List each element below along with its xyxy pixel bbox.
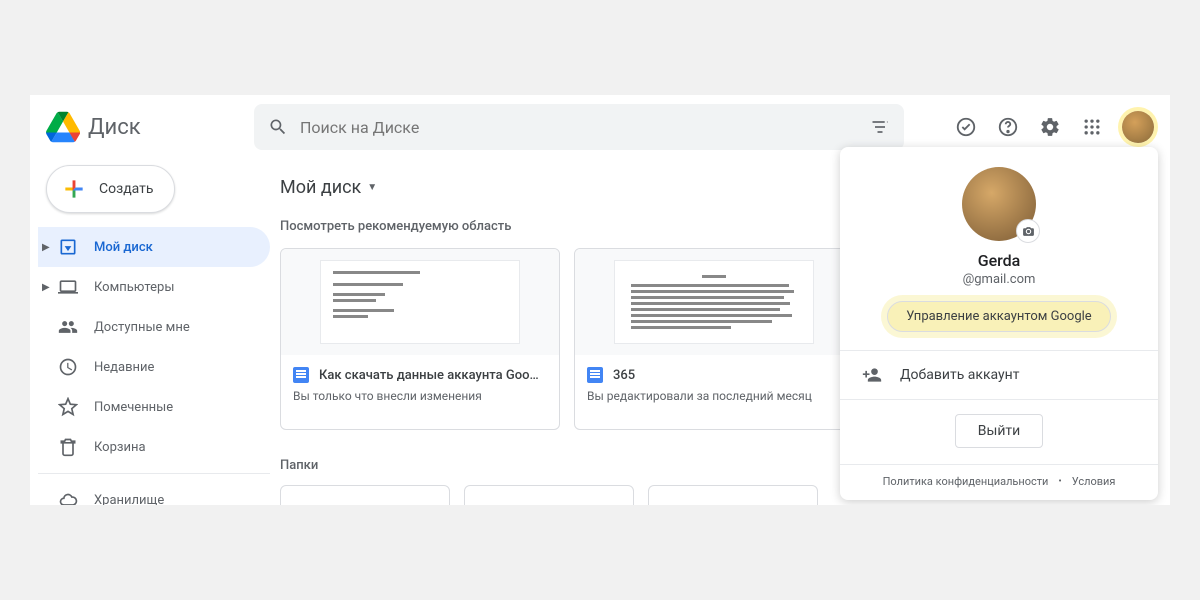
app-name: Диск: [88, 115, 141, 140]
signout-button[interactable]: Выйти: [955, 414, 1044, 448]
divider: [38, 473, 270, 474]
avatar-wrap: [962, 167, 1036, 241]
star-icon: [58, 397, 78, 417]
file-subtitle: Вы редактировали за последний месяц: [587, 389, 841, 403]
ready-offline-icon[interactable]: [954, 115, 978, 139]
drive-logo-icon: [46, 110, 80, 144]
app-window: Диск Создать ▶ Мой диск: [30, 95, 1170, 505]
privacy-link[interactable]: Политика конфиденциальности: [883, 475, 1049, 488]
app-logo[interactable]: Диск: [46, 110, 246, 144]
folder-item[interactable]: [280, 485, 450, 505]
account-name: Gerda: [978, 251, 1021, 270]
search-icon: [268, 117, 288, 137]
sidebar-item-label: Недавние: [94, 360, 154, 375]
sidebar-item-computers[interactable]: ▶ Компьютеры: [38, 267, 270, 307]
file-title: Как скачать данные аккаунта Goo…: [319, 368, 539, 383]
popover-footer: Политика конфиденциальности • Условия: [840, 465, 1158, 492]
account-avatar[interactable]: [1122, 111, 1154, 143]
chevron-right-icon: ▶: [42, 242, 50, 253]
sidebar-item-shared[interactable]: Доступные мне: [38, 307, 270, 347]
person-add-icon: [862, 365, 882, 385]
sidebar-item-storage[interactable]: Хранилище: [38, 480, 270, 505]
people-icon: [58, 317, 78, 337]
sidebar-item-my-drive[interactable]: ▶ Мой диск: [38, 227, 270, 267]
create-button-label: Создать: [99, 181, 154, 197]
file-card[interactable]: 365 Вы редактировали за последний месяц: [574, 248, 854, 430]
laptop-icon: [58, 277, 78, 297]
nav-list: ▶ Мой диск ▶ Компьютеры Доступные мне Не…: [38, 227, 270, 505]
docs-icon: [293, 367, 309, 383]
settings-icon[interactable]: [1038, 115, 1062, 139]
sidebar-item-label: Хранилище: [94, 493, 164, 506]
search-input[interactable]: [300, 118, 858, 137]
file-title: 365: [613, 368, 635, 383]
sidebar-item-label: Доступные мне: [94, 320, 190, 335]
sidebar-item-label: Компьютеры: [94, 280, 174, 295]
sidebar-item-label: Помеченные: [94, 400, 173, 415]
file-card[interactable]: Как скачать данные аккаунта Goo… Вы толь…: [280, 248, 560, 430]
plus-icon: [61, 176, 87, 202]
cloud-icon: [58, 490, 78, 505]
camera-icon[interactable]: [1016, 219, 1040, 243]
sidebar: Создать ▶ Мой диск ▶ Компьютеры Доступны…: [30, 159, 270, 505]
terms-link[interactable]: Условия: [1072, 475, 1116, 488]
file-thumbnail: [281, 249, 559, 355]
create-button[interactable]: Создать: [46, 165, 175, 213]
clock-icon: [58, 357, 78, 377]
search-options-icon[interactable]: [870, 117, 890, 137]
sidebar-item-starred[interactable]: Помеченные: [38, 387, 270, 427]
apps-grid-icon[interactable]: [1080, 115, 1104, 139]
sidebar-item-label: Корзина: [94, 440, 146, 455]
help-icon[interactable]: [996, 115, 1020, 139]
breadcrumb-label: Мой диск: [280, 177, 361, 198]
folder-item[interactable]: [648, 485, 818, 505]
file-subtitle: Вы только что внесли изменения: [293, 389, 547, 403]
trash-icon: [58, 437, 78, 457]
sidebar-item-label: Мой диск: [94, 240, 153, 255]
add-account-button[interactable]: Добавить аккаунт: [840, 351, 1158, 399]
dot-separator: •: [1058, 476, 1061, 487]
add-account-label: Добавить аккаунт: [900, 367, 1019, 383]
folder-item[interactable]: [464, 485, 634, 505]
account-email: @gmail.com: [963, 272, 1036, 287]
account-popover: Gerda @gmail.com Управление аккаунтом Go…: [840, 147, 1158, 500]
sidebar-item-trash[interactable]: Корзина: [38, 427, 270, 467]
docs-icon: [587, 367, 603, 383]
search-bar[interactable]: [254, 104, 904, 150]
topbar-actions: [954, 111, 1154, 143]
chevron-down-icon: ▼: [367, 182, 377, 193]
manage-account-button[interactable]: Управление аккаунтом Google: [887, 301, 1110, 332]
sidebar-item-recent[interactable]: Недавние: [38, 347, 270, 387]
drive-icon: [58, 237, 78, 257]
file-thumbnail: [575, 249, 853, 355]
chevron-right-icon: ▶: [42, 282, 50, 293]
